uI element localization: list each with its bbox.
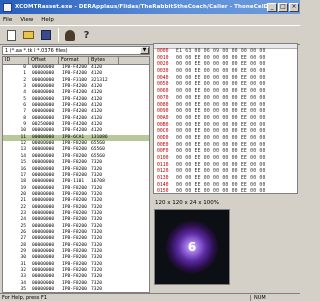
hex-address: 0000 <box>157 49 169 54</box>
status-bar: For Help, press F1 NUM <box>0 293 300 301</box>
list-body: 0 00000000 IPB-F4200 4120 1 00000000 IPB-F4200… <box>3 65 149 292</box>
hex-body: 0000 E1 63 00 06 09 00 00 00 00 00 0010 00 … <box>154 49 297 194</box>
help-icon: ? <box>83 29 90 41</box>
hex-address: 0070 <box>157 95 169 101</box>
hex-bytes: 00 00 EE 00 00 00 00 EE 00 00 <box>176 129 266 135</box>
close-button[interactable]: × <box>289 2 299 12</box>
hex-row: 0130 00 00 EE 00 00 00 00 EE 00 00 <box>154 176 297 183</box>
hex-address: 0030 <box>157 69 169 75</box>
open-folder-icon <box>23 31 34 39</box>
app-icon <box>3 2 12 12</box>
menu-bar: File View Help <box>0 14 300 25</box>
hex-row: 0150 00 00 EE 00 00 00 00 EE 00 00 <box>154 189 297 194</box>
menu-help[interactable]: Help <box>41 17 54 23</box>
hex-address: 0060 <box>157 89 169 95</box>
list-header: ID Offset Format Bytes <box>3 57 149 65</box>
preview-info: 120 x 120 x 24 x 100% <box>155 200 219 206</box>
hex-bytes: 00 00 EE 00 00 00 00 EE 00 00 <box>176 109 266 115</box>
hex-row: 00D0 00 00 EE 00 00 00 00 EE 00 00 <box>154 136 297 143</box>
hex-address: 00D0 <box>157 135 169 141</box>
column-header-bytes[interactable]: Bytes <box>89 57 119 64</box>
combo-value: 1 (*.aa *.tk l *.0376 files) <box>5 47 68 54</box>
hex-address: 0150 <box>157 189 169 194</box>
hex-address: 0090 <box>157 109 169 115</box>
resource-list[interactable]: ID Offset Format Bytes 0 00000000 IPB-F420… <box>2 56 150 293</box>
save-disk-icon <box>40 30 51 40</box>
hex-bytes: 00 00 EE 00 00 00 00 EE 00 00 <box>176 156 266 161</box>
column-header-offset[interactable]: Offset <box>29 57 59 64</box>
column-header-format[interactable]: Format <box>59 57 89 64</box>
hex-row: 0000 E1 63 00 06 09 00 00 00 00 00 <box>154 49 297 56</box>
hex-row: 0100 00 00 EE 00 00 00 00 EE 00 00 <box>154 156 297 163</box>
hex-row: 0090 00 00 EE 00 00 00 00 EE 00 00 <box>154 109 297 116</box>
preview-glow: 6 <box>166 221 218 273</box>
hex-bytes: 00 00 EE 00 00 00 00 EE 00 00 <box>176 189 266 194</box>
hex-address: 00F0 <box>157 149 169 155</box>
hex-row: 00F0 00 00 EE 00 00 00 00 EE 00 00 <box>154 149 297 156</box>
hex-bytes: 00 00 EE 00 00 00 00 EE 00 00 <box>176 95 266 101</box>
hex-bytes: 00 00 EE 00 00 00 00 EE 00 00 <box>176 69 266 75</box>
hex-address: 00C0 <box>157 129 169 135</box>
window-title: XCOMTRasset.exe - DERApplaus/Flidas/TheR… <box>15 4 267 10</box>
column-header-filler <box>119 57 149 64</box>
hex-bytes: E1 63 00 06 09 00 00 00 00 00 <box>176 49 266 54</box>
preview-glyph: 6 <box>187 240 197 254</box>
hex-row: 0030 00 00 EE 00 00 00 00 EE 00 00 <box>154 69 297 76</box>
hex-bytes: 00 00 EE 00 00 00 00 EE 00 00 <box>176 89 266 95</box>
hex-address: 00A0 <box>157 115 169 121</box>
menu-view[interactable]: View <box>20 17 33 23</box>
file-type-combo[interactable]: 1 (*.aa *.tk l *.0376 files) ▼ <box>2 46 150 55</box>
hex-view[interactable]: 0000 E1 63 00 06 09 00 00 00 00 00 0010 00 … <box>153 43 298 194</box>
hex-bytes: 00 00 EE 00 00 00 00 EE 00 00 <box>176 176 266 182</box>
save-button[interactable] <box>38 28 53 43</box>
hex-bytes: 00 00 EE 00 00 00 00 EE 00 00 <box>176 135 266 141</box>
hex-bytes: 00 00 EE 00 00 00 00 EE 00 00 <box>176 149 266 155</box>
hex-row: 00A0 00 00 EE 00 00 00 00 EE 00 00 <box>154 116 297 123</box>
fox-button[interactable] <box>62 28 77 43</box>
hex-address: 0100 <box>157 156 169 161</box>
column-header-id[interactable]: ID <box>3 57 29 64</box>
hex-row: 00C0 00 00 EE 00 00 00 00 EE 00 00 <box>154 129 297 136</box>
toolbar: ? <box>0 25 300 45</box>
toolbar-separator <box>58 28 59 42</box>
help-button[interactable]: ? <box>79 28 94 43</box>
maximize-button[interactable]: □ <box>278 2 288 12</box>
hex-row: 0070 00 00 EE 00 00 00 00 EE 00 00 <box>154 96 297 103</box>
hex-row: 0060 00 00 EE 00 00 00 00 EE 00 00 <box>154 89 297 96</box>
chevron-down-icon[interactable]: ▼ <box>140 47 149 54</box>
hex-address: 0130 <box>157 176 169 182</box>
status-text: For Help, press F1 <box>2 294 48 301</box>
menu-file[interactable]: File <box>3 17 12 23</box>
fox-icon <box>64 29 75 41</box>
new-button[interactable] <box>4 28 19 43</box>
new-document-icon <box>7 29 16 41</box>
image-preview: 6 <box>154 209 230 285</box>
open-button[interactable] <box>21 28 36 43</box>
status-num-indicator: NUM <box>250 294 286 301</box>
hex-bytes: 00 00 EE 00 00 00 00 EE 00 00 <box>176 115 266 121</box>
minimize-button[interactable]: _ <box>267 2 277 12</box>
title-bar[interactable]: XCOMTRasset.exe - DERApplaus/Flidas/TheR… <box>0 0 300 14</box>
